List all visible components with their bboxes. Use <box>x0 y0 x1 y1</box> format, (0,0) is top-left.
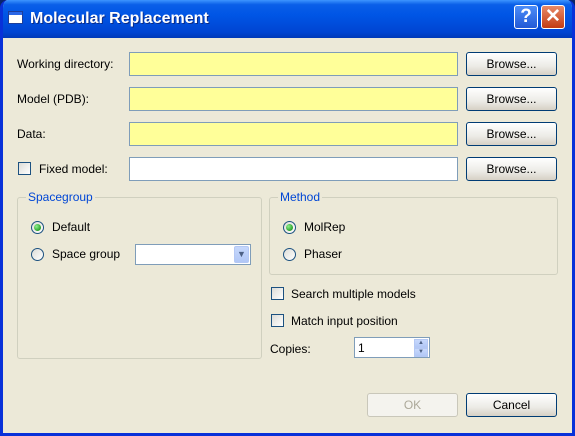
spin-up-icon[interactable]: ▲ <box>414 339 428 348</box>
window-icon <box>8 11 23 24</box>
method-molrep-label: MolRep <box>304 220 346 234</box>
method-group: Method MolRep Phaser <box>269 190 558 275</box>
search-multiple-models-checkbox[interactable] <box>271 287 284 300</box>
spacegroup-default-radio[interactable] <box>31 221 44 234</box>
fixed-model-checkbox[interactable] <box>18 162 31 175</box>
method-molrep-radio[interactable] <box>283 221 296 234</box>
spacegroup-custom-radio[interactable] <box>31 248 44 261</box>
spacegroup-group-title: Spacegroup <box>26 190 95 204</box>
match-input-position-checkbox[interactable] <box>271 314 284 327</box>
working-directory-label: Working directory: <box>17 57 114 71</box>
browse-working-directory-button[interactable]: Browse... <box>466 52 557 76</box>
search-multiple-models-label: Search multiple models <box>291 287 416 301</box>
method-phaser-radio[interactable] <box>283 248 296 261</box>
spacegroup-custom-label: Space group <box>52 247 121 261</box>
browse-fixed-model-button[interactable]: Browse... <box>466 157 557 181</box>
model-pdb-label: Model (PDB): <box>17 92 90 106</box>
browse-data-button[interactable]: Browse... <box>466 122 557 146</box>
title-bar[interactable]: Molecular Replacement ? ✕ <box>3 0 572 38</box>
spacegroup-default-label: Default <box>52 220 91 234</box>
fixed-model-label: Fixed model: <box>39 162 108 176</box>
molecular-replacement-dialog: Molecular Replacement ? ✕ Working direct… <box>0 0 575 436</box>
dialog-body: Working directory: Browse... Model (PDB)… <box>3 35 572 433</box>
fixed-model-input[interactable] <box>129 157 458 181</box>
working-directory-input[interactable] <box>129 52 458 76</box>
space-group-combo[interactable]: ▼ <box>135 244 251 265</box>
window-title: Molecular Replacement <box>30 10 209 27</box>
browse-model-button[interactable]: Browse... <box>466 87 557 111</box>
match-input-position-label: Match input position <box>291 314 398 328</box>
spacegroup-group: Spacegroup Default Space group ▼ <box>17 190 262 359</box>
cancel-button[interactable]: Cancel <box>466 393 557 417</box>
help-button[interactable]: ? <box>514 5 538 29</box>
method-group-title: Method <box>278 190 323 204</box>
copies-spinbox[interactable]: 1 ▲ ▼ <box>354 337 430 358</box>
model-pdb-input[interactable] <box>129 87 458 111</box>
method-phaser-label: Phaser <box>304 247 343 261</box>
close-button[interactable]: ✕ <box>541 5 565 29</box>
copies-value: 1 <box>358 341 365 355</box>
data-input[interactable] <box>129 122 458 146</box>
ok-button[interactable]: OK <box>367 393 458 417</box>
chevron-down-icon[interactable]: ▼ <box>234 246 249 263</box>
copies-label: Copies: <box>270 342 311 356</box>
data-label: Data: <box>17 127 46 141</box>
spin-down-icon[interactable]: ▼ <box>414 348 428 357</box>
